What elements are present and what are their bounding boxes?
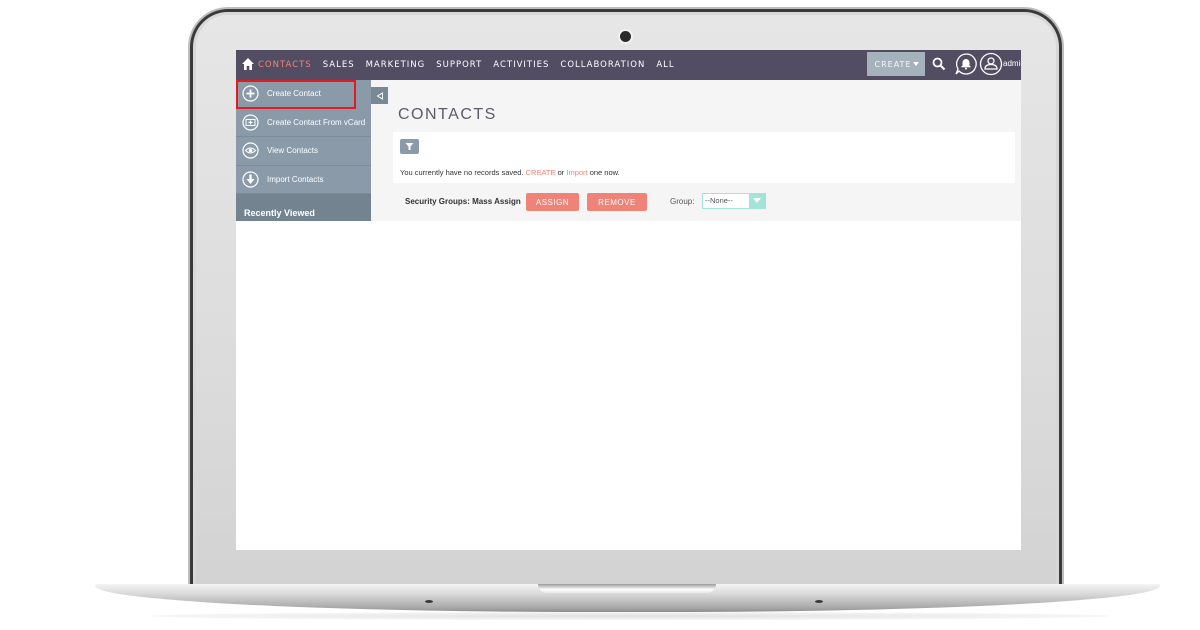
user-avatar-icon[interactable] <box>979 52 1003 76</box>
top-navbar: CONTACTS SALES MARKETING SUPPORT ACTIVIT… <box>236 50 1021 80</box>
nav-item-contacts[interactable]: CONTACTS <box>258 60 312 70</box>
download-arrow-icon <box>242 171 259 188</box>
recently-viewed-header: Recently Viewed <box>236 194 371 221</box>
vcard-icon <box>242 114 259 131</box>
plus-circle-icon <box>242 85 259 102</box>
sidebar-item-label: Import Contacts <box>267 174 324 184</box>
laptop-foot <box>425 600 433 603</box>
recently-viewed-label: Recently Viewed <box>244 208 315 218</box>
create-dropdown-button[interactable]: CREATE <box>867 52 925 76</box>
notifications-bell-icon[interactable] <box>954 52 978 76</box>
security-groups-mass-assign: Security Groups: Mass Assign ASSIGN REMO… <box>371 192 1021 214</box>
group-select-value: --None-- <box>705 196 733 205</box>
laptop-foot <box>815 600 823 603</box>
webcam-icon <box>620 31 631 42</box>
screen: CONTACTS SALES MARKETING SUPPORT ACTIVIT… <box>236 50 1021 550</box>
sidebar-item-label: View Contacts <box>267 146 318 156</box>
sidebar: Create Contact Create Contact From vCard… <box>236 80 371 221</box>
mass-assign-label: Security Groups: Mass Assign <box>405 197 521 206</box>
eye-icon <box>242 142 259 159</box>
list-view-panel: You currently have no records saved. CRE… <box>393 132 1015 183</box>
sidebar-item-import-contacts[interactable]: Import Contacts <box>236 166 371 194</box>
group-label: Group: <box>670 197 695 206</box>
import-link[interactable]: Import <box>566 168 587 177</box>
create-button-label: CREATE <box>874 59 912 69</box>
sidebar-item-label: Create Contact <box>267 89 321 99</box>
search-icon[interactable] <box>932 57 946 71</box>
sidebar-item-create-contact[interactable]: Create Contact <box>236 80 356 109</box>
create-link[interactable]: CREATE <box>526 168 556 177</box>
nav-item-sales[interactable]: SALES <box>323 60 355 70</box>
assign-button[interactable]: ASSIGN <box>526 193 579 211</box>
nav-item-support[interactable]: SUPPORT <box>436 60 482 70</box>
nav-menu: CONTACTS SALES MARKETING SUPPORT ACTIVIT… <box>258 50 686 80</box>
filter-button[interactable] <box>400 139 419 154</box>
sidebar-item-label: Create Contact From vCard <box>267 117 366 127</box>
laptop-shadow <box>150 612 1110 620</box>
nav-item-marketing[interactable]: MARKETING <box>366 60 426 70</box>
empty-message-middle: or <box>555 168 567 177</box>
empty-message-suffix: one now. <box>587 168 620 177</box>
nav-item-all[interactable]: ALL <box>656 60 674 70</box>
sidebar-item-view-contacts[interactable]: View Contacts <box>236 137 371 166</box>
caret-down-icon <box>913 62 919 66</box>
empty-records-message: You currently have no records saved. CRE… <box>400 168 620 177</box>
triangle-left-icon <box>376 91 383 100</box>
home-icon[interactable] <box>241 57 255 71</box>
nav-item-activities[interactable]: ACTIVITIES <box>493 60 549 70</box>
filter-funnel-icon <box>405 143 414 150</box>
user-name[interactable]: admin <box>1003 59 1021 68</box>
nav-item-collaboration[interactable]: COLLABORATION <box>560 60 645 70</box>
sidebar-item-create-from-vcard[interactable]: Create Contact From vCard <box>236 109 371 137</box>
main-content: CONTACTS You currently have no records s… <box>371 80 1021 221</box>
remove-button[interactable]: REMOVE <box>587 193 647 211</box>
chevron-down-icon <box>749 194 765 208</box>
page-title: CONTACTS <box>398 106 497 123</box>
group-select[interactable]: --None-- <box>702 193 766 209</box>
laptop-notch <box>538 584 716 593</box>
collapse-sidebar-button[interactable] <box>371 87 388 104</box>
empty-message-prefix: You currently have no records saved. <box>400 168 526 177</box>
